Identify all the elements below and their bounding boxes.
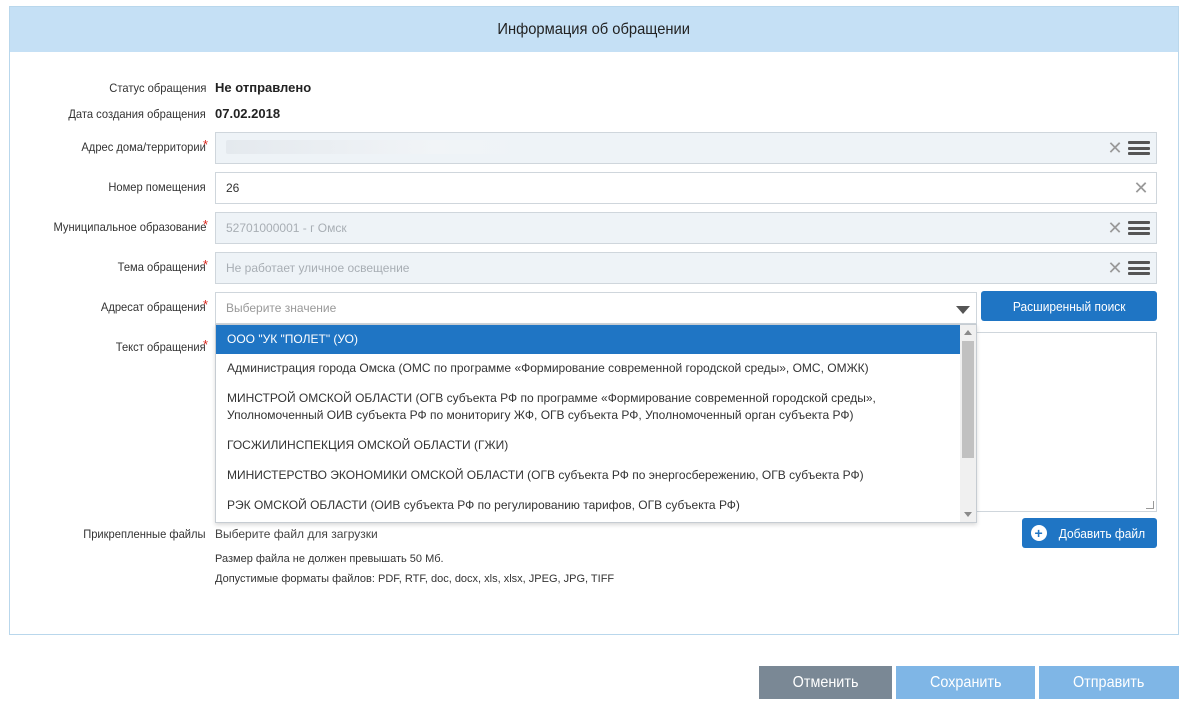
dropdown-option[interactable]: МИНИСТЕРСТВО ЭКОНОМИКИ ОМСКОЙ ОБЛАСТИ (О… <box>216 467 961 484</box>
scroll-up-arrow-icon[interactable] <box>964 330 972 335</box>
chevron-down-icon[interactable] <box>956 305 970 314</box>
scroll-down-arrow-icon[interactable] <box>964 512 972 517</box>
addressee-select[interactable]: Выберите значение <box>215 292 977 324</box>
add-file-button[interactable]: + Добавить файл <box>1022 518 1157 548</box>
cancel-button[interactable]: Отменить <box>759 666 892 699</box>
dropdown-option[interactable]: Администрация города Омска (ОМС по прогр… <box>216 360 961 377</box>
addressee-required-mark: * <box>203 297 209 312</box>
list-menu-icon[interactable] <box>1128 139 1150 157</box>
file-size-note: Размер файла не должен превышать 50 Мб. <box>215 553 444 565</box>
save-label: Сохранить <box>929 673 1002 691</box>
address-field[interactable]: ✕ <box>215 132 1157 164</box>
close-icon[interactable]: ✕ <box>1106 258 1124 278</box>
panel-header: Информация об обращении <box>10 7 1178 52</box>
plus-circle-icon: + <box>1030 525 1047 541</box>
file-formats-note: Допустимые форматы файлов: PDF, RTF, doc… <box>215 573 615 585</box>
room-number-value: 26 <box>226 181 240 195</box>
dropdown-scrollbar[interactable] <box>960 325 976 522</box>
addressee-dropdown-list[interactable]: ООО "УК "ПОЛЕТ" (УО) Администрация город… <box>215 324 977 523</box>
send-label: Отправить <box>1073 673 1145 691</box>
dropdown-option[interactable]: МИНСТРОЙ ОМСКОЙ ОБЛАСТИ (ОГВ субъекта РФ… <box>216 390 961 407</box>
scrollbar-thumb[interactable] <box>962 341 974 458</box>
municipality-label: Муниципальное образование <box>53 220 206 234</box>
panel-title: Информация об обращении <box>497 20 691 38</box>
close-icon[interactable]: ✕ <box>1132 178 1150 198</box>
save-button[interactable]: Сохранить <box>896 666 1035 699</box>
municipality-required-mark: * <box>203 217 209 232</box>
topic-label: Тема обращения <box>117 260 206 274</box>
cancel-label: Отменить <box>792 673 859 691</box>
advanced-search-button[interactable]: Расширенный поиск <box>981 291 1157 321</box>
text-required-mark: * <box>203 337 209 352</box>
address-label: Адрес дома/территории <box>81 140 206 154</box>
add-file-label: Добавить файл <box>1058 525 1145 541</box>
dropdown-option[interactable]: ГОСЖИЛИНСПЕКЦИЯ ОМСКОЙ ОБЛАСТИ (ГЖИ) <box>216 437 961 454</box>
send-button[interactable]: Отправить <box>1039 666 1179 699</box>
files-label: Прикрепленные файлы <box>83 527 206 541</box>
created-date-label: Дата создания обращения <box>68 107 206 121</box>
addressee-label: Адресат обращения <box>101 300 206 314</box>
list-menu-icon[interactable] <box>1128 219 1150 237</box>
dropdown-option[interactable]: РЭК ОМСКОЙ ОБЛАСТИ (ОИВ субъекта РФ по р… <box>216 497 961 514</box>
addressee-placeholder: Выберите значение <box>226 301 337 315</box>
municipality-field[interactable]: 52701000001 - г Омск ✕ <box>215 212 1157 244</box>
list-menu-icon[interactable] <box>1128 259 1150 277</box>
address-value-redacted <box>216 139 1106 157</box>
status-value: Не отправлено <box>215 80 312 95</box>
address-required-mark: * <box>203 137 209 152</box>
topic-value: Не работает уличное освещение <box>226 261 410 275</box>
text-label: Текст обращения <box>116 340 206 354</box>
room-number-input[interactable]: 26 ✕ <box>215 172 1157 204</box>
status-label: Статус обращения <box>108 81 206 95</box>
created-date-value: 07.02.2018 <box>215 106 281 121</box>
municipality-value: 52701000001 - г Омск <box>226 221 347 235</box>
topic-required-mark: * <box>203 257 209 272</box>
close-icon[interactable]: ✕ <box>1106 218 1124 238</box>
resize-grip-icon[interactable] <box>1146 501 1154 509</box>
dropdown-option-continued[interactable]: Уполномоченный ОИВ субъекта РФ по монито… <box>216 407 961 424</box>
advanced-search-label: Расширенный поиск <box>1012 298 1126 314</box>
close-icon[interactable]: ✕ <box>1106 138 1124 158</box>
room-label: Номер помещения <box>108 180 206 194</box>
choose-file-text[interactable]: Выберите файл для загрузки <box>215 527 378 541</box>
topic-field[interactable]: Не работает уличное освещение ✕ <box>215 252 1157 284</box>
dropdown-option-selected[interactable]: ООО "УК "ПОЛЕТ" (УО) <box>216 325 961 354</box>
